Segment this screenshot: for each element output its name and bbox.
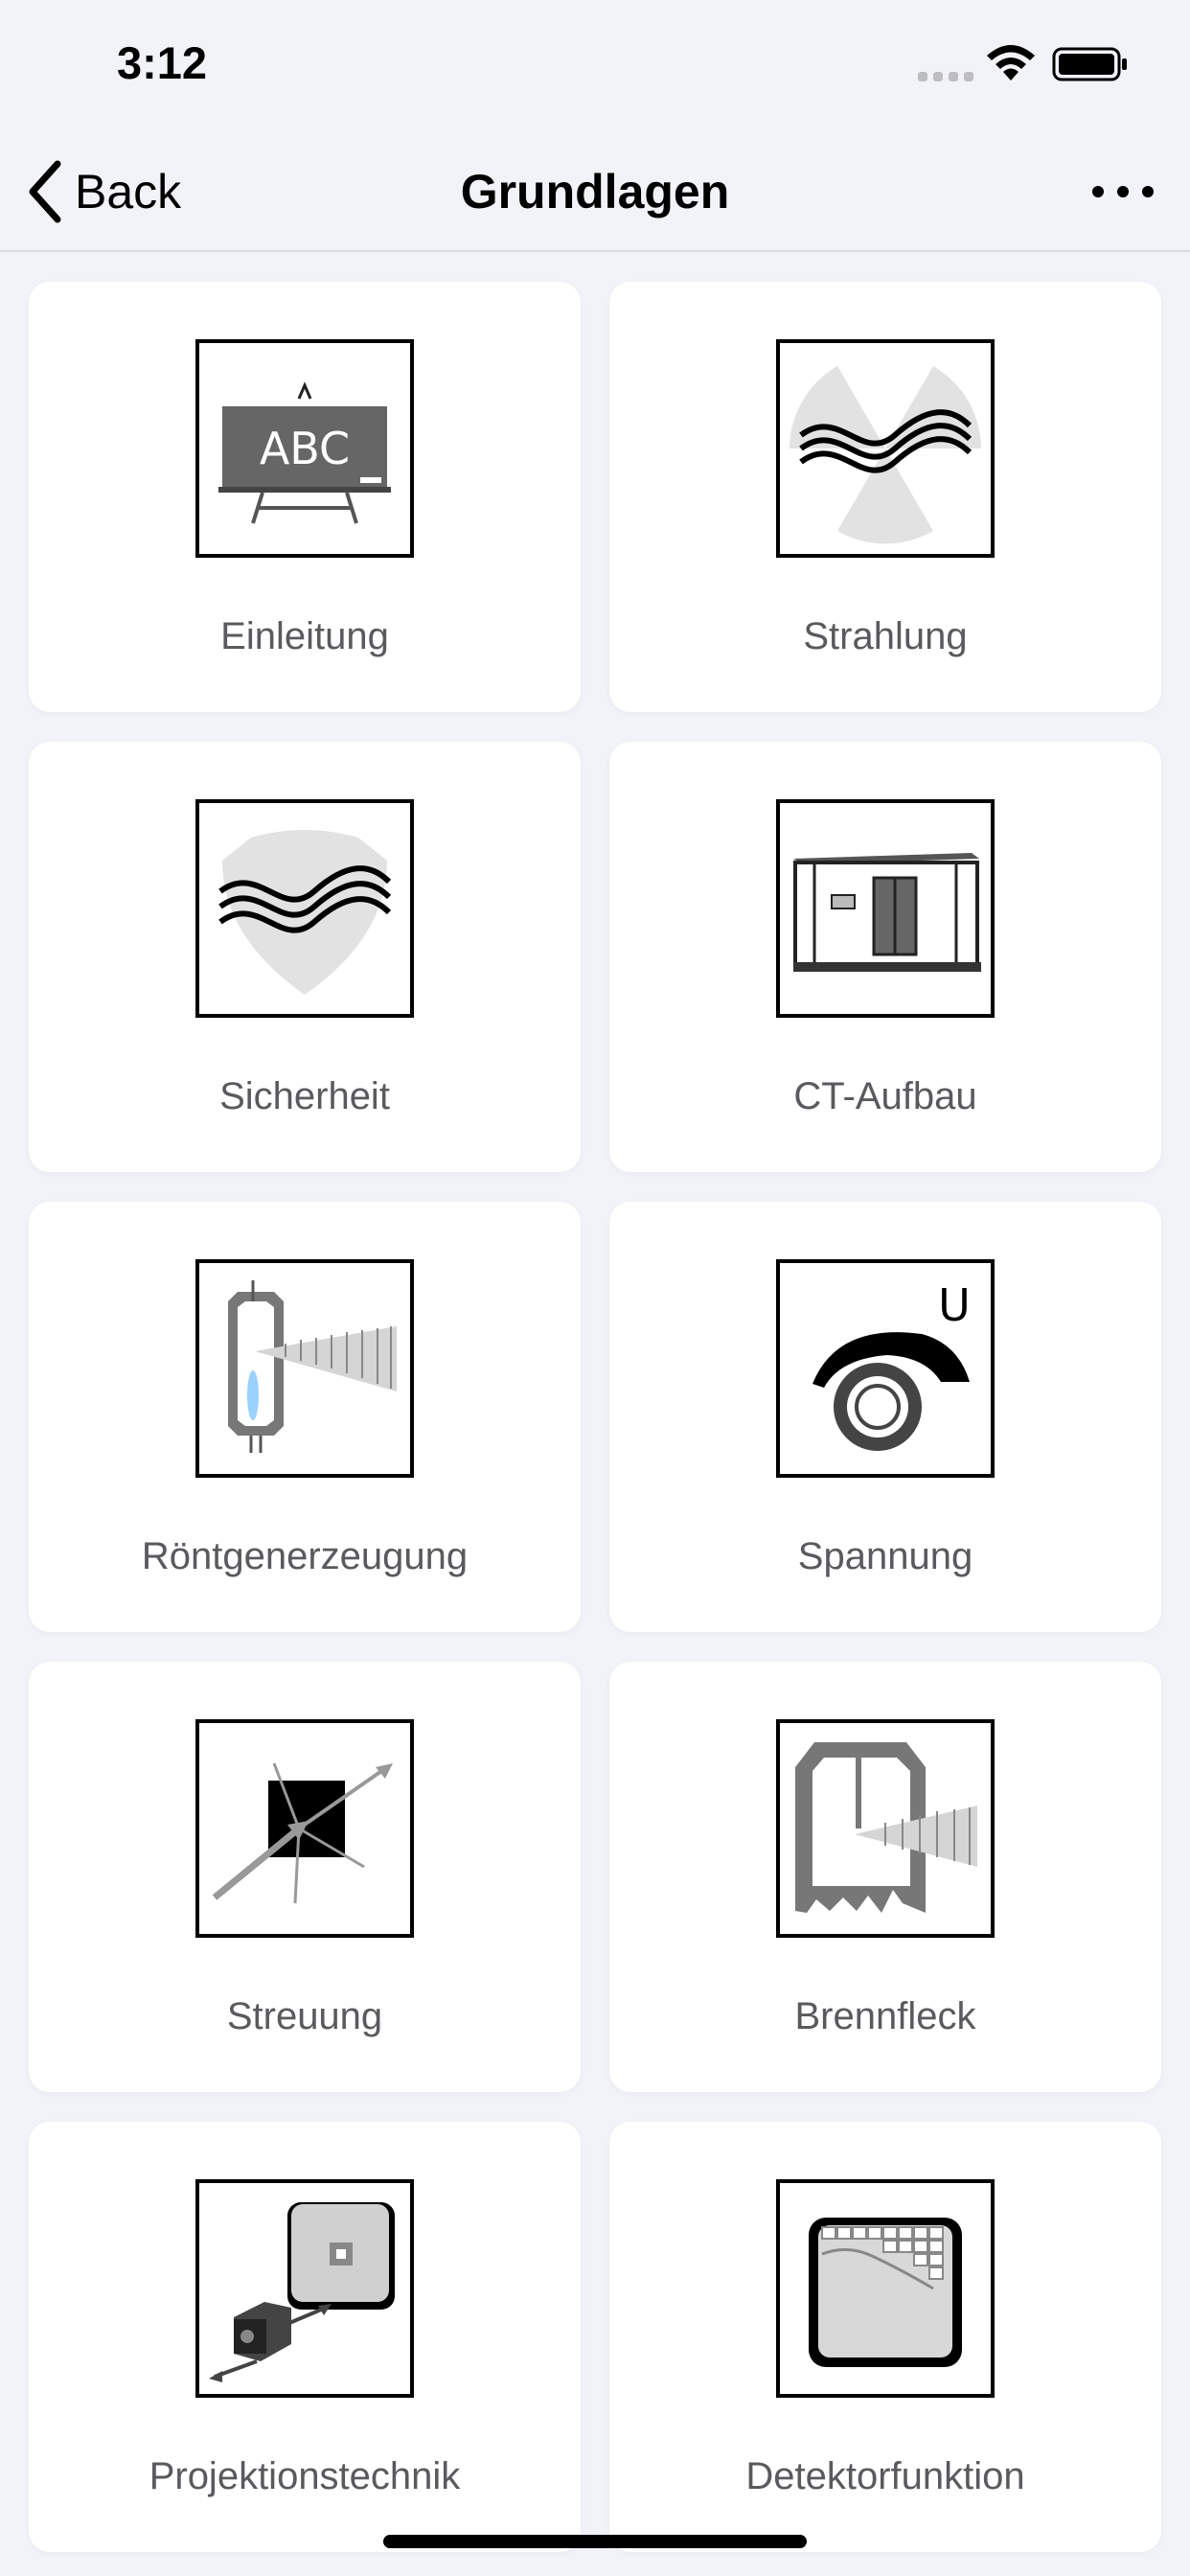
tile-streuung[interactable]: Streuung (29, 1662, 581, 2092)
status-time: 3:12 (117, 37, 208, 88)
tile-label: Sicherheit (219, 1075, 390, 1117)
tile-ct-aufbau[interactable]: CT-Aufbau (609, 742, 1161, 1172)
shield-icon (195, 799, 414, 1018)
tile-strahlung[interactable]: Strahlung (609, 282, 1161, 712)
scattering-icon (195, 1719, 414, 1938)
focal-spot-icon (776, 1719, 995, 1938)
chevron-left-icon (29, 160, 61, 223)
wifi-icon (987, 45, 1035, 80)
projection-icon (195, 2179, 414, 2398)
tile-sicherheit[interactable]: Sicherheit (29, 742, 581, 1172)
tile-label: Spannung (797, 1535, 973, 1577)
radiation-icon (776, 339, 995, 558)
tile-label: Röntgenerzeugung (141, 1535, 469, 1577)
tile-label: Einleitung (220, 615, 389, 657)
chalkboard-icon: ABC (195, 339, 414, 558)
tile-spannung[interactable]: U Spannung (609, 1202, 1161, 1632)
tile-label: CT-Aufbau (793, 1075, 977, 1117)
svg-text:U: U (938, 1279, 971, 1331)
home-indicator[interactable] (383, 2535, 807, 2548)
navigation-bar: Grundlagen Back (0, 129, 1190, 252)
svg-text:ABC: ABC (260, 423, 350, 474)
tile-label: Brennfleck (794, 1995, 976, 2037)
back-button[interactable]: Back (25, 158, 181, 225)
tile-label: Projektionstechnik (149, 2455, 461, 2497)
more-options-icon[interactable] (1083, 168, 1163, 216)
cellular-signal-icon (918, 72, 973, 81)
tile-einleitung[interactable]: ABC Einleitung (29, 282, 581, 712)
tile-label: Detektorfunktion (745, 2455, 1025, 2497)
tile-brennfleck[interactable]: Brennfleck (609, 1662, 1161, 2092)
status-bar: 3:12 (0, 0, 1190, 129)
tile-label: Streuung (226, 1995, 383, 2037)
back-label: Back (75, 165, 182, 218)
xray-tube-icon (195, 1259, 414, 1478)
topic-grid: ABC Einleitung Strahlung Sicherheit CT-A… (29, 282, 1161, 2552)
tile-detektorfunktion[interactable]: Detektorfunktion (609, 2122, 1161, 2552)
tile-label: Strahlung (803, 615, 968, 657)
voltage-dial-icon: U (776, 1259, 995, 1478)
battery-icon (1052, 47, 1127, 81)
detector-icon (776, 2179, 995, 2398)
tile-projektionstechnik[interactable]: Projektionstechnik (29, 2122, 581, 2552)
tile-roentgenerzeugung[interactable]: Röntgenerzeugung (29, 1202, 581, 1632)
ct-cabinet-icon (776, 799, 995, 1018)
